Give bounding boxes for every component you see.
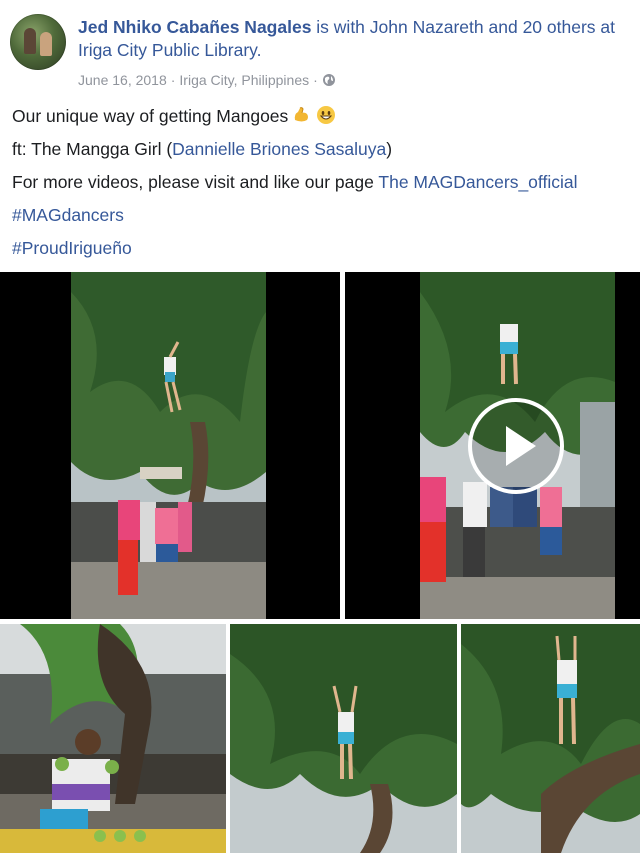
grinning-face-icon bbox=[316, 105, 336, 125]
mangga-girl-link[interactable]: Dannielle Briones Sasaluya bbox=[172, 139, 386, 159]
post-line-2-suffix: ) bbox=[386, 139, 393, 159]
globe-icon[interactable] bbox=[322, 73, 336, 87]
photo-thumbnail-3[interactable] bbox=[461, 624, 640, 853]
hashtag-proudirigueno[interactable]: #ProudIrigueño bbox=[12, 238, 132, 258]
at-text: at bbox=[600, 17, 616, 37]
post-line-1: Our unique way of getting Mangoes bbox=[12, 100, 640, 133]
post-line-5: #ProudIrigueño bbox=[12, 232, 640, 265]
post-meta: June 16, 2018 · Iriga City, Philippines … bbox=[78, 72, 336, 88]
meta-separator: · bbox=[313, 72, 318, 88]
tagged-person[interactable]: John Nazareth bbox=[370, 17, 484, 37]
post-line-2: ft: The Mangga Girl (Dannielle Briones S… bbox=[12, 133, 640, 166]
author-line: Jed Nhiko Cabañes Nagales is with John N… bbox=[78, 16, 638, 62]
post-header: Jed Nhiko Cabañes Nagales is with John N… bbox=[10, 14, 635, 94]
photo-thumbnail-2[interactable] bbox=[230, 624, 457, 853]
place-link[interactable]: Iriga City Public Library. bbox=[78, 40, 262, 60]
and-text: and bbox=[488, 17, 518, 37]
photo-thumbnail-1[interactable] bbox=[0, 624, 226, 853]
post-date[interactable]: June 16, 2018 bbox=[78, 72, 167, 88]
video-thumbnail-2[interactable] bbox=[345, 272, 640, 619]
author-name[interactable]: Jed Nhiko Cabañes Nagales bbox=[78, 17, 311, 37]
author-avatar[interactable] bbox=[10, 14, 66, 70]
post-line-1-text: Our unique way of getting Mangoes bbox=[12, 106, 289, 126]
video-thumbnail-1[interactable] bbox=[0, 272, 340, 619]
page-link[interactable]: The MAGDancers_official bbox=[378, 172, 577, 192]
others-link[interactable]: 20 others bbox=[523, 17, 596, 37]
post-line-3: For more videos, please visit and like o… bbox=[12, 166, 640, 199]
hashtag-magdancers[interactable]: #MAGdancers bbox=[12, 205, 124, 225]
with-text: is with bbox=[316, 17, 365, 37]
post-line-4: #MAGdancers bbox=[12, 199, 640, 232]
post-line-2-prefix: ft: The Mangga Girl ( bbox=[12, 139, 173, 159]
post-text: Our unique way of getting Mangoes ft: Th… bbox=[12, 100, 640, 265]
meta-separator: · bbox=[170, 72, 176, 88]
post-line-3-prefix: For more videos, please visit and like o… bbox=[12, 172, 379, 192]
post-location[interactable]: Iriga City, Philippines bbox=[179, 72, 309, 88]
play-icon[interactable] bbox=[468, 398, 564, 494]
flexed-biceps-icon bbox=[292, 105, 312, 125]
